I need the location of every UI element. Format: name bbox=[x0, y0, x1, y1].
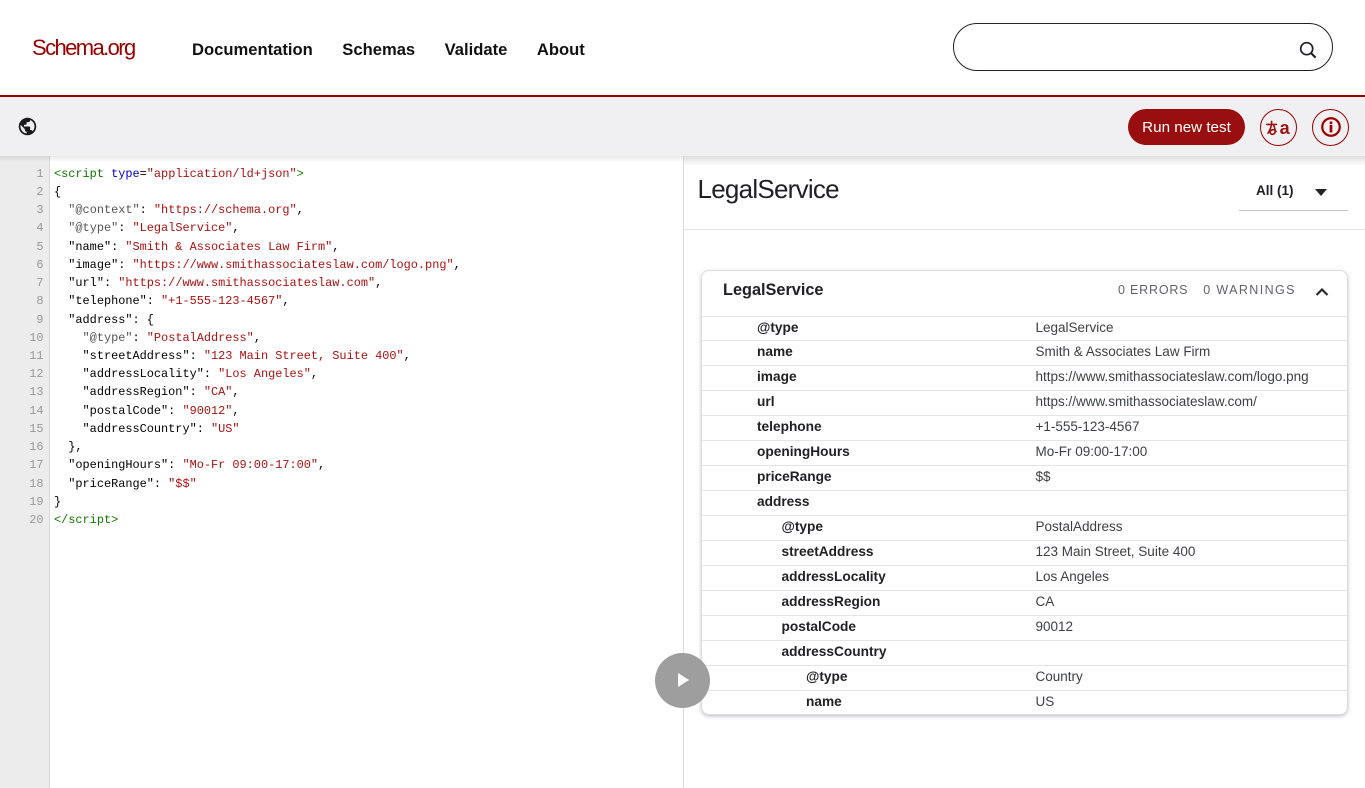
svg-text:a: a bbox=[1280, 120, 1291, 136]
